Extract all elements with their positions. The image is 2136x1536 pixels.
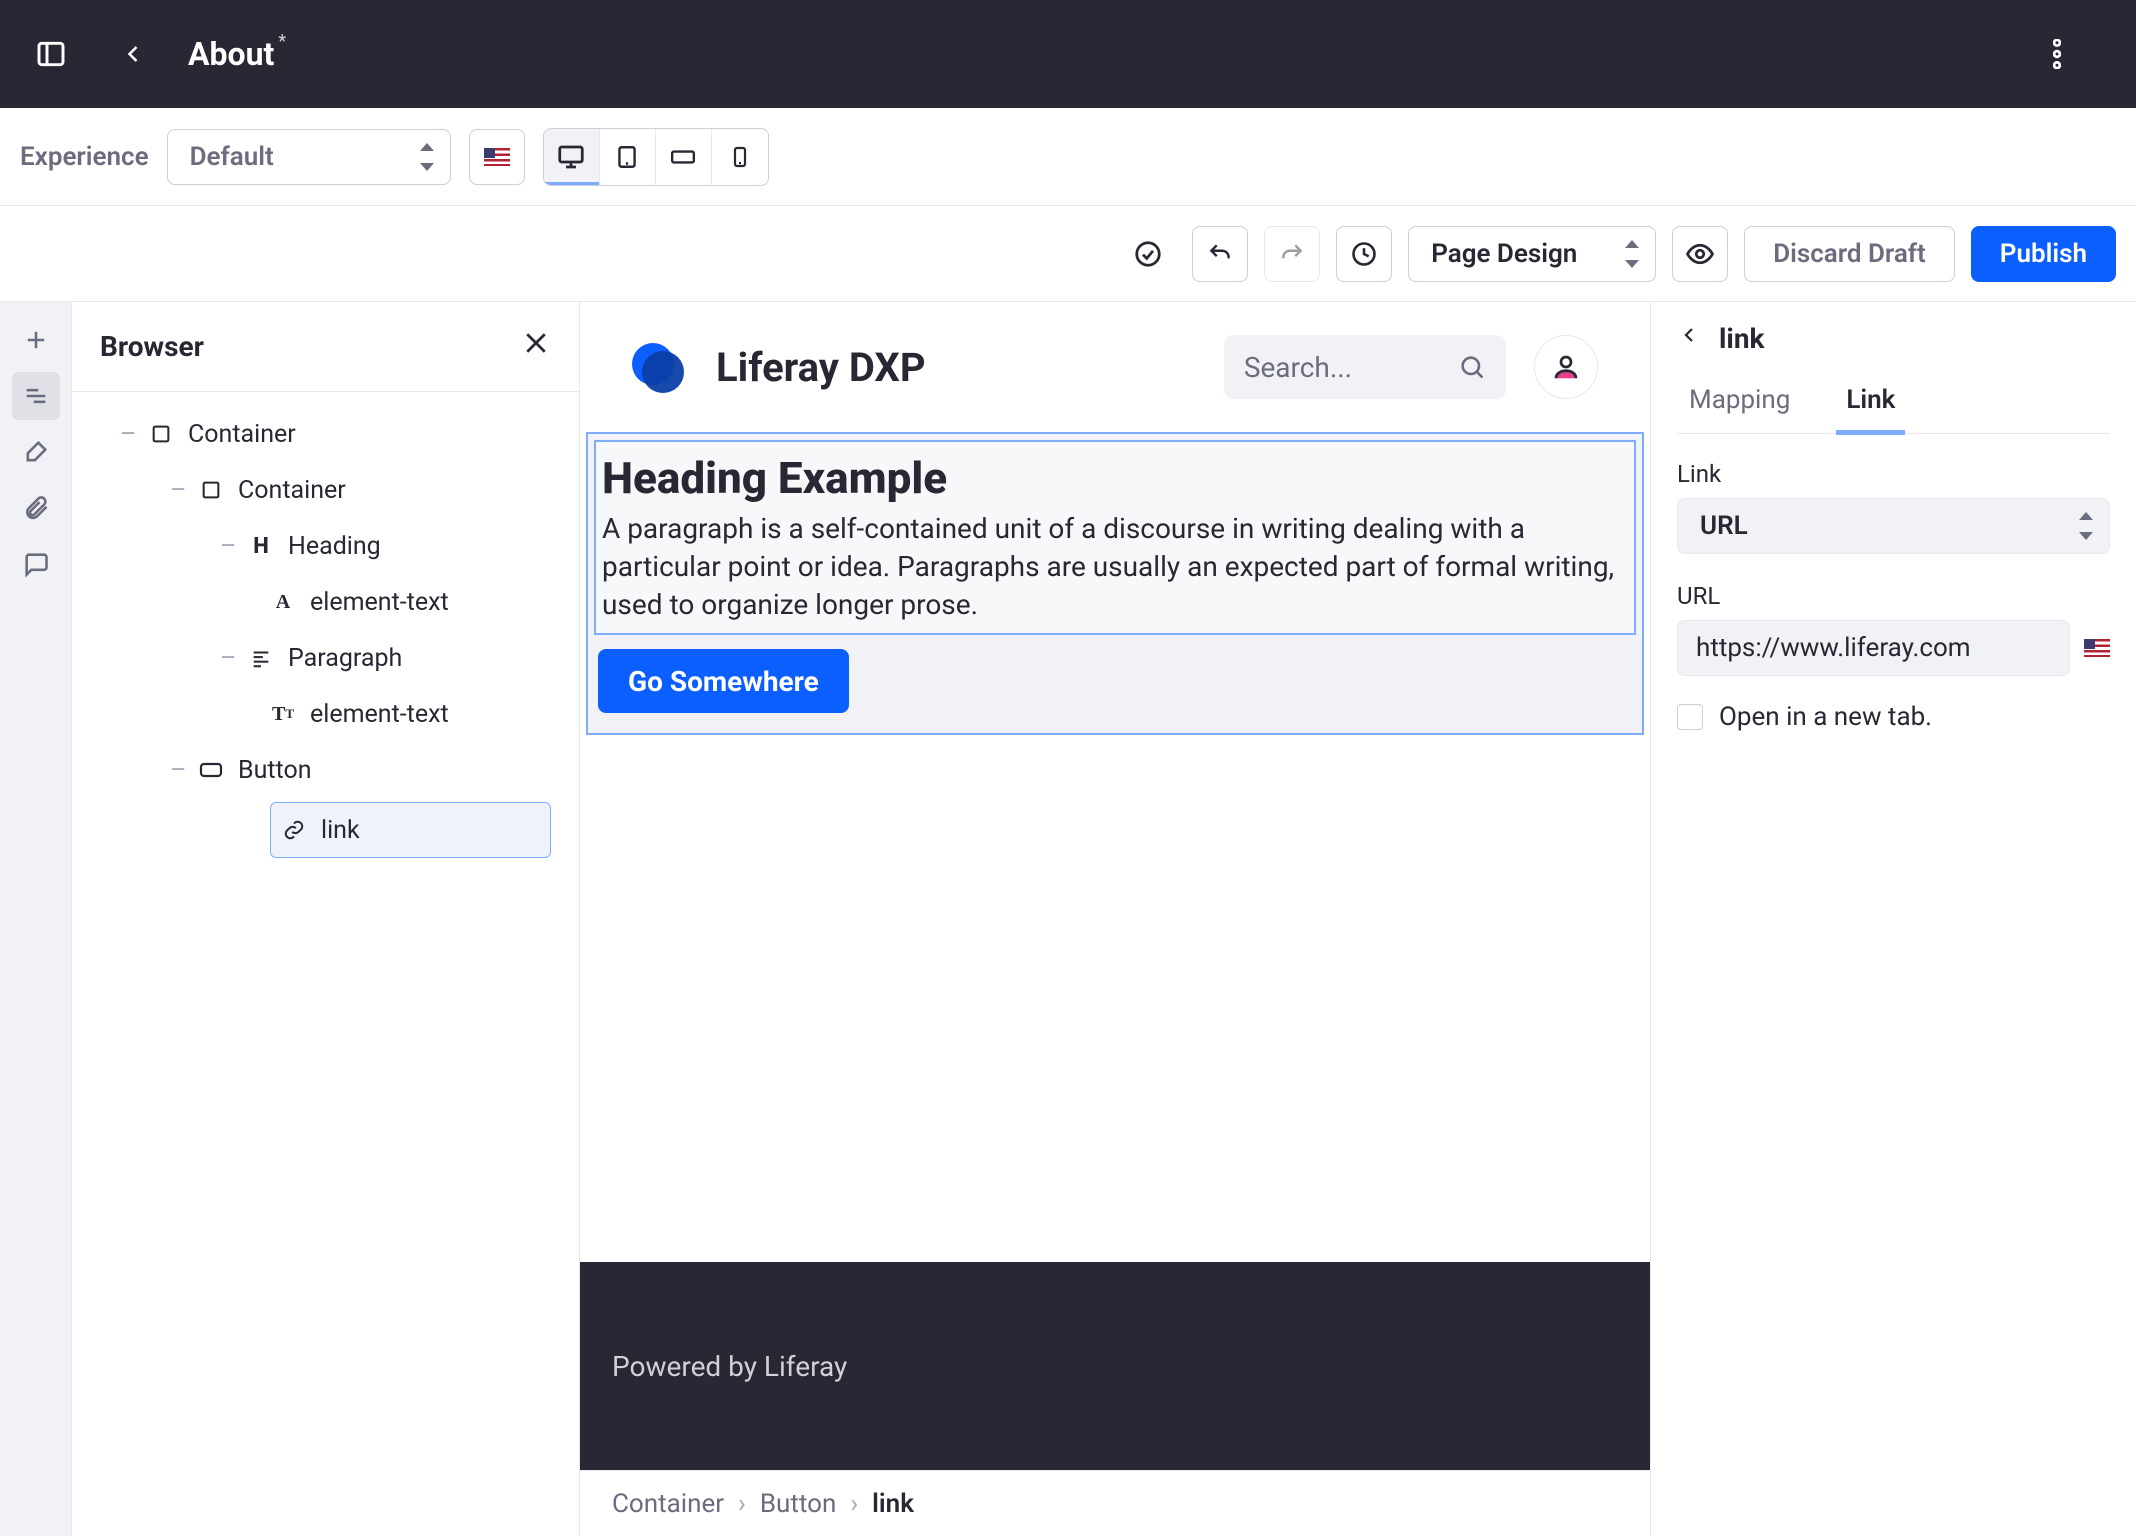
language-button[interactable] bbox=[469, 129, 525, 185]
history-button[interactable] bbox=[1336, 226, 1392, 282]
toggle-panels-icon[interactable] bbox=[24, 27, 78, 81]
page-title: About bbox=[188, 35, 274, 73]
breadcrumb-sep: › bbox=[738, 1489, 746, 1519]
new-tab-label: Open in a new tab. bbox=[1719, 702, 1932, 732]
rail-design-button[interactable] bbox=[12, 428, 60, 476]
close-icon[interactable] bbox=[521, 328, 551, 365]
breadcrumb: Container › Button › link bbox=[580, 1470, 1650, 1536]
experience-bar: Experience Default bbox=[0, 108, 2136, 206]
browser-panel: Browser –Container –Container –HHeading … bbox=[72, 302, 580, 1536]
tab-mapping[interactable]: Mapping bbox=[1685, 385, 1794, 433]
tree-button[interactable]: –Button bbox=[86, 742, 565, 798]
check-icon[interactable] bbox=[1120, 226, 1176, 282]
more-menu-icon[interactable] bbox=[2030, 27, 2084, 81]
panel-tabs: Mapping Link bbox=[1677, 385, 2110, 434]
site-footer: Powered by Liferay bbox=[580, 1262, 1650, 1470]
site-header: Liferay DXP Search... bbox=[580, 302, 1650, 432]
canvas: Liferay DXP Search... Heading Example A … bbox=[580, 302, 1650, 1536]
experience-label: Experience bbox=[20, 142, 149, 172]
paragraph-text: A paragraph is a self-contained unit of … bbox=[602, 510, 1628, 623]
rail-browser-button[interactable] bbox=[12, 372, 60, 420]
panel-title: link bbox=[1719, 322, 1764, 355]
device-mobile-button[interactable] bbox=[712, 129, 768, 185]
tree-heading[interactable]: –HHeading bbox=[86, 518, 565, 574]
search-placeholder: Search... bbox=[1244, 351, 1352, 384]
device-tablet-button[interactable] bbox=[600, 129, 656, 185]
tree-link[interactable]: link bbox=[270, 802, 551, 858]
tree-element-text[interactable]: TTelement-text bbox=[86, 686, 565, 742]
url-label: URL bbox=[1677, 582, 2110, 610]
mode-select-value: Page Design bbox=[1431, 239, 1577, 269]
link-type-select[interactable]: URL bbox=[1677, 498, 2110, 554]
panel-back-icon[interactable] bbox=[1677, 323, 1701, 354]
tab-link[interactable]: Link bbox=[1842, 385, 1899, 433]
tree-element-text[interactable]: Aelement-text bbox=[86, 574, 565, 630]
redo-button[interactable] bbox=[1264, 226, 1320, 282]
breadcrumb-button[interactable]: Button bbox=[760, 1489, 836, 1519]
flag-us-icon[interactable] bbox=[2084, 639, 2110, 657]
breadcrumb-container[interactable]: Container bbox=[612, 1489, 724, 1519]
editor-toolbar: Page Design Discard Draft Publish bbox=[0, 206, 2136, 302]
tree-container[interactable]: –Container bbox=[86, 462, 565, 518]
heading-text: Heading Example bbox=[602, 452, 1628, 504]
brand-text: Liferay DXP bbox=[716, 344, 926, 391]
new-tab-checkbox[interactable] bbox=[1677, 704, 1703, 730]
properties-panel: link Mapping Link Link URL URL https://w… bbox=[1650, 302, 2136, 1536]
logo-icon bbox=[632, 339, 688, 395]
undo-button[interactable] bbox=[1192, 226, 1248, 282]
tree-container[interactable]: –Container bbox=[86, 406, 565, 462]
rail-add-button[interactable] bbox=[12, 316, 60, 364]
breadcrumb-link: link bbox=[872, 1489, 914, 1519]
rail-attach-button[interactable] bbox=[12, 484, 60, 532]
device-landscape-button[interactable] bbox=[656, 129, 712, 185]
flag-us-icon bbox=[484, 148, 510, 166]
publish-button[interactable]: Publish bbox=[1971, 226, 2116, 282]
preview-button[interactable] bbox=[1672, 226, 1728, 282]
breadcrumb-sep: › bbox=[850, 1489, 858, 1519]
discard-draft-button[interactable]: Discard Draft bbox=[1744, 226, 1955, 282]
caret-icon bbox=[1621, 240, 1641, 268]
experience-select-value: Default bbox=[190, 142, 274, 172]
caret-icon bbox=[416, 143, 436, 171]
mode-select[interactable]: Page Design bbox=[1408, 226, 1656, 282]
rail-comments-button[interactable] bbox=[12, 540, 60, 588]
app-header: About * bbox=[0, 0, 2136, 108]
link-type-label: Link bbox=[1677, 460, 2110, 488]
caret-icon bbox=[2075, 512, 2095, 540]
back-icon[interactable] bbox=[106, 27, 160, 81]
selected-content[interactable]: Heading Example A paragraph is a self-co… bbox=[594, 440, 1636, 635]
tree-paragraph[interactable]: –Paragraph bbox=[86, 630, 565, 686]
experience-select[interactable]: Default bbox=[167, 129, 451, 185]
selected-container[interactable]: Heading Example A paragraph is a self-co… bbox=[586, 432, 1644, 735]
modified-marker: * bbox=[278, 31, 286, 52]
device-group bbox=[543, 128, 769, 186]
user-avatar[interactable] bbox=[1534, 335, 1598, 399]
left-icon-rail bbox=[0, 302, 72, 1536]
element-tree: –Container –Container –HHeading Aelement… bbox=[72, 392, 579, 876]
browser-title: Browser bbox=[100, 330, 204, 363]
search-input[interactable]: Search... bbox=[1224, 335, 1506, 399]
go-somewhere-button[interactable]: Go Somewhere bbox=[598, 649, 849, 713]
url-input[interactable]: https://www.liferay.com bbox=[1677, 620, 2070, 676]
device-desktop-button[interactable] bbox=[544, 129, 600, 185]
